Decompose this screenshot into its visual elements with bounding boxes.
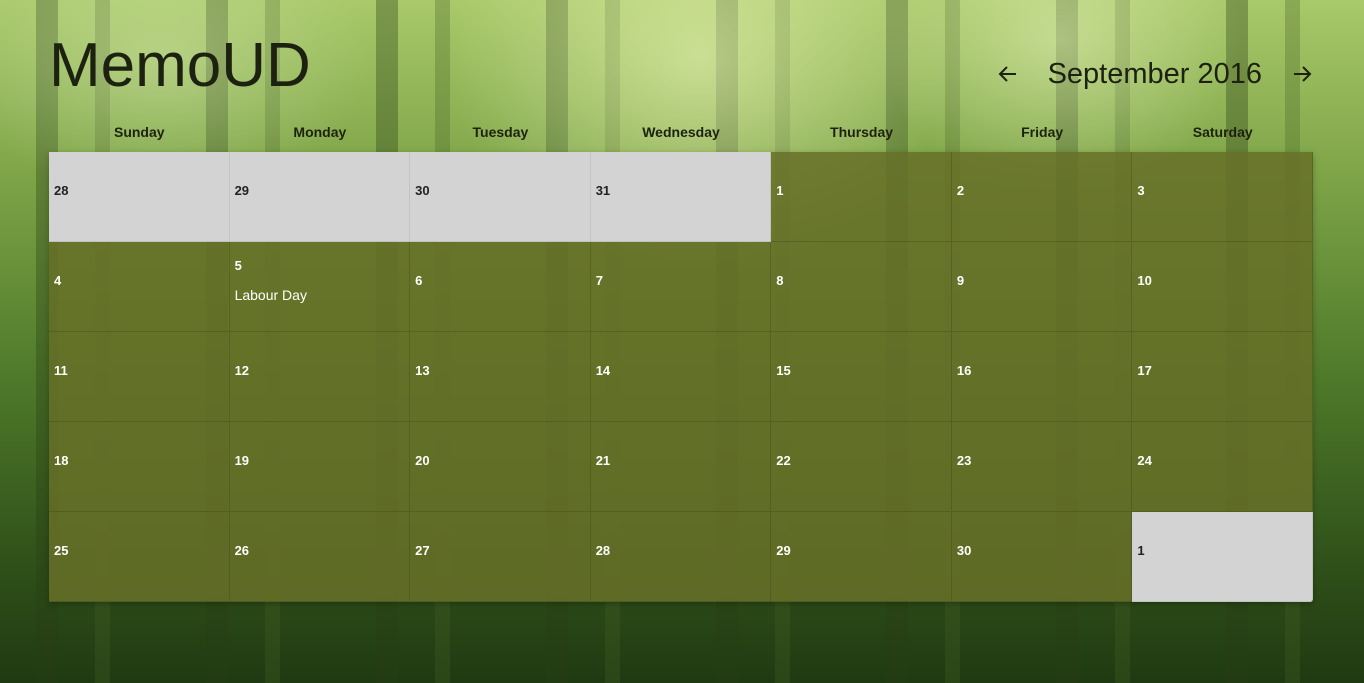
- day-number: 4: [54, 273, 62, 288]
- day-number: 30: [415, 183, 430, 198]
- calendar-day-cell[interactable]: 10: [1132, 242, 1313, 332]
- calendar-day-cell-other-month[interactable]: 30: [410, 152, 591, 242]
- calendar-day-cell[interactable]: 20: [410, 422, 591, 512]
- day-number: 19: [234, 453, 250, 468]
- calendar-event[interactable]: Labour Day: [235, 287, 307, 303]
- day-number: 28: [595, 543, 611, 558]
- day-number: 27: [415, 543, 430, 558]
- day-number: 5: [234, 258, 242, 273]
- arrow-left-icon: [998, 66, 1016, 82]
- next-month-button[interactable]: [1290, 62, 1314, 86]
- day-number: 24: [1137, 453, 1152, 468]
- day-number: 29: [776, 543, 791, 558]
- day-number: 1: [1137, 543, 1145, 558]
- weekday-wednesday: Wednesday: [642, 124, 720, 140]
- calendar-day-cell-other-month[interactable]: 29: [229, 152, 411, 242]
- current-month-label: September 2016: [1047, 57, 1262, 90]
- calendar-day-cell[interactable]: 16: [951, 332, 1133, 422]
- weekday-header: Sunday Monday Tuesday Wednesday Thursday…: [49, 124, 1313, 144]
- calendar-day-cell[interactable]: 23: [951, 422, 1133, 512]
- calendar-day-cell[interactable]: 26: [229, 512, 411, 602]
- calendar-day-cell-other-month[interactable]: 31: [590, 152, 772, 242]
- day-number: 26: [234, 543, 250, 558]
- calendar-day-cell[interactable]: 7: [590, 242, 772, 332]
- calendar-day-cell[interactable]: 11: [49, 332, 230, 422]
- day-number: 18: [54, 453, 69, 468]
- day-number: 17: [1137, 363, 1152, 378]
- calendar-day-cell[interactable]: 18: [49, 422, 230, 512]
- weekday-tuesday: Tuesday: [472, 124, 529, 140]
- calendar-day-cell-other-month[interactable]: 28: [49, 152, 230, 242]
- calendar-day-cell[interactable]: 28: [590, 512, 772, 602]
- day-number: 14: [595, 363, 611, 378]
- day-number: 2: [956, 183, 965, 198]
- day-number: 6: [415, 273, 423, 288]
- weekday-monday: Monday: [293, 124, 347, 140]
- calendar-day-cell[interactable]: 22: [771, 422, 952, 512]
- calendar-grid: 28 29 30 31 1 2 3 4 5 Labour Day 6 7 8 9 10 11 12 13 14 15 1…: [49, 152, 1313, 602]
- calendar-app: MemoUD September 2016 Sunday Monday Tues…: [0, 0, 1364, 683]
- calendar-day-cell[interactable]: 4: [49, 242, 230, 332]
- day-number: 8: [776, 273, 784, 288]
- month-navigation: September 2016: [996, 52, 1314, 96]
- day-number: 23: [956, 453, 972, 468]
- calendar-day-cell[interactable]: 21: [590, 422, 772, 512]
- calendar-day-cell[interactable]: 3: [1132, 152, 1313, 242]
- day-number: 13: [415, 363, 430, 378]
- weekday-thursday: Thursday: [830, 124, 894, 140]
- calendar-day-cell[interactable]: 12: [229, 332, 411, 422]
- day-number: 28: [54, 183, 69, 198]
- calendar-day-cell[interactable]: 17: [1132, 332, 1313, 422]
- calendar-day-cell[interactable]: 15: [771, 332, 952, 422]
- calendar-day-cell[interactable]: 25: [49, 512, 230, 602]
- arrow-right-icon: [1294, 66, 1312, 82]
- weekday-friday: Friday: [1021, 124, 1064, 140]
- day-number: 9: [956, 273, 965, 288]
- day-number: 16: [956, 363, 972, 378]
- calendar-day-cell[interactable]: 2: [951, 152, 1133, 242]
- calendar-day-cell[interactable]: 1: [771, 152, 952, 242]
- day-number: 20: [415, 453, 430, 468]
- day-number: 10: [1137, 273, 1152, 288]
- day-number: 30: [956, 543, 972, 558]
- calendar-day-cell[interactable]: 8: [771, 242, 952, 332]
- day-number: 25: [54, 543, 69, 558]
- day-number: 12: [234, 363, 250, 378]
- calendar-day-cell[interactable]: 24: [1132, 422, 1313, 512]
- weekday-saturday: Saturday: [1192, 124, 1253, 140]
- weekday-sunday: Sunday: [113, 124, 165, 140]
- calendar-day-cell[interactable]: 19: [229, 422, 411, 512]
- day-number: 22: [776, 453, 791, 468]
- calendar-day-cell[interactable]: 5 Labour Day: [229, 242, 411, 332]
- calendar-day-cell-other-month[interactable]: 1: [1132, 512, 1313, 602]
- calendar-day-cell[interactable]: 14: [590, 332, 772, 422]
- day-number: 15: [776, 363, 791, 378]
- calendar-day-cell[interactable]: 29: [771, 512, 952, 602]
- day-number: 1: [776, 183, 784, 198]
- day-number: 3: [1137, 183, 1145, 198]
- day-number: 29: [234, 183, 250, 198]
- prev-month-button[interactable]: [996, 62, 1020, 86]
- calendar-day-cell[interactable]: 13: [410, 332, 591, 422]
- app-logo: MemoUD: [49, 31, 311, 100]
- day-number: 31: [595, 183, 611, 198]
- calendar-day-cell[interactable]: 9: [951, 242, 1133, 332]
- day-number: 11: [54, 363, 68, 378]
- day-number: 21: [595, 453, 611, 468]
- calendar-day-cell[interactable]: 30: [951, 512, 1133, 602]
- calendar-day-cell[interactable]: 6: [410, 242, 591, 332]
- day-number: 7: [595, 273, 603, 288]
- calendar-day-cell[interactable]: 27: [410, 512, 591, 602]
